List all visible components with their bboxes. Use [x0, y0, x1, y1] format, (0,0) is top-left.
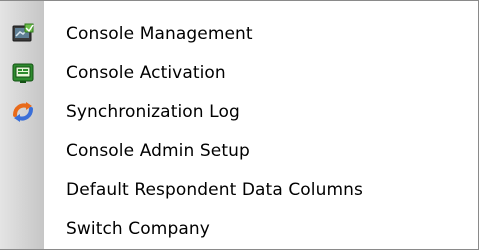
menu-item-label: Console Admin Setup — [66, 140, 250, 161]
console-management-icon — [12, 23, 34, 45]
menu-item-console-admin-setup[interactable]: Console Admin Setup — [0, 131, 478, 170]
menu-item-label: Console Activation — [66, 62, 226, 83]
menu-item-synchronization-log[interactable]: Synchronization Log — [0, 92, 478, 131]
menu-item-label: Console Management — [66, 23, 253, 44]
menu-item-label: Synchronization Log — [66, 101, 240, 122]
menu-item-console-management[interactable]: Console Management — [0, 14, 478, 53]
sync-log-icon — [12, 101, 34, 123]
menu-item-switch-company[interactable]: Switch Company — [0, 209, 478, 248]
menu-item-console-activation[interactable]: Console Activation — [0, 53, 478, 92]
menu-item-label: Switch Company — [66, 218, 210, 239]
context-menu: Console Management Console Activation Sy — [0, 0, 479, 250]
menu-item-default-respondent-data-columns[interactable]: Default Respondent Data Columns — [0, 170, 478, 209]
menu-item-label: Default Respondent Data Columns — [66, 179, 363, 200]
console-activation-icon — [12, 62, 34, 84]
